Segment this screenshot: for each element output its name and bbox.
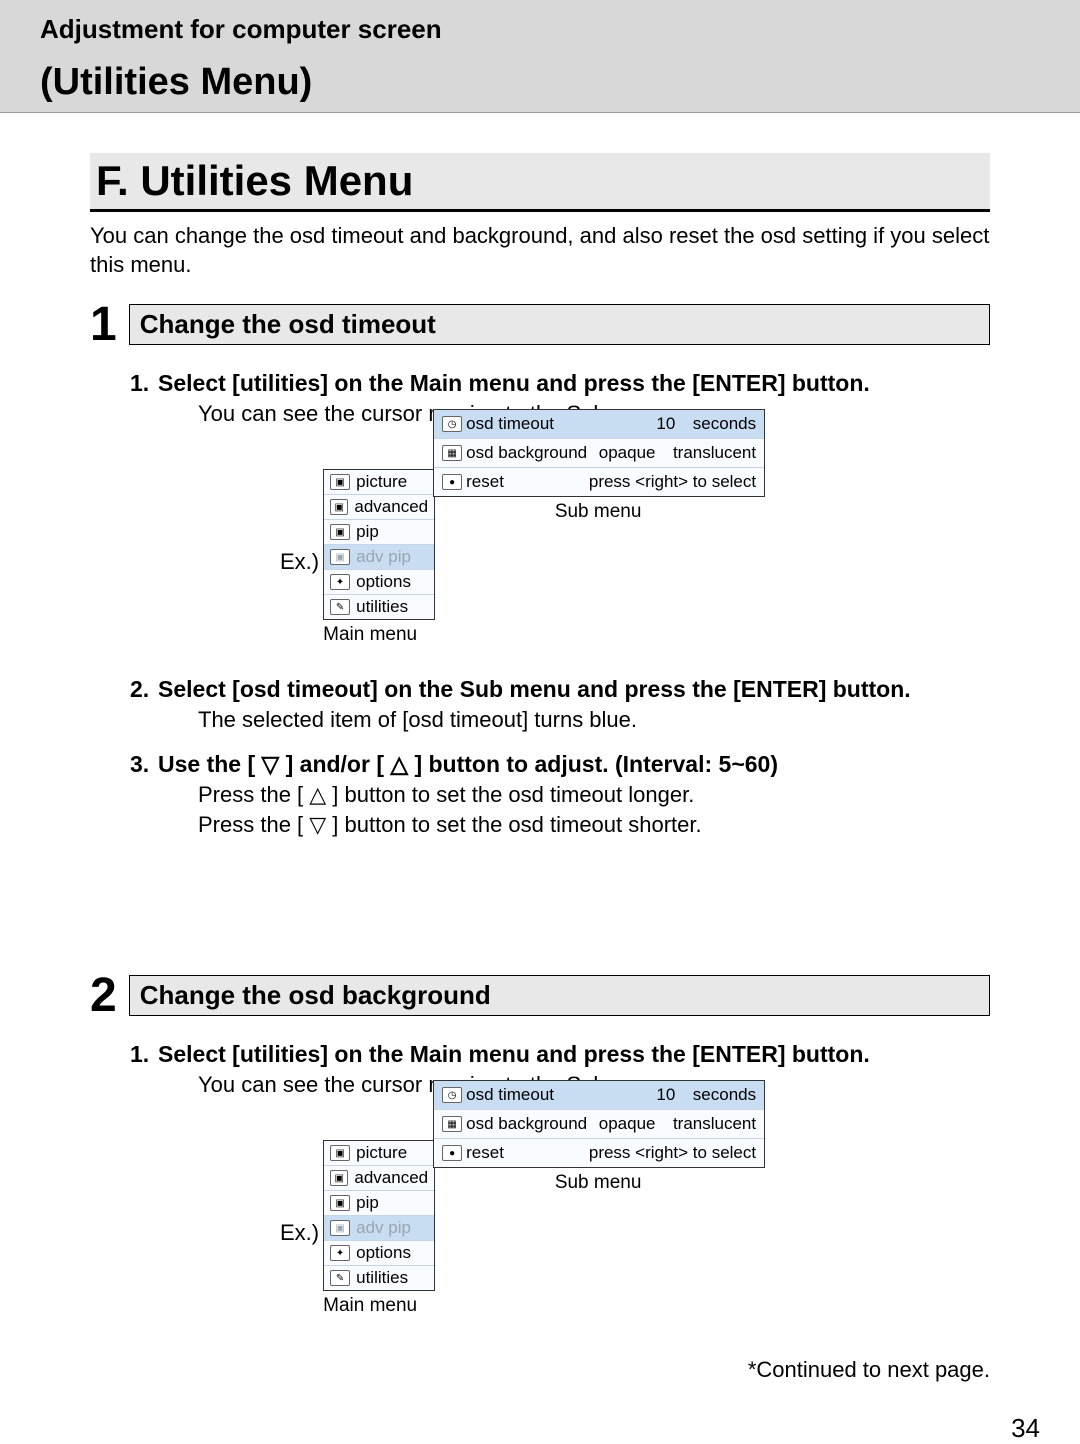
page-number: 34 (0, 1413, 1040, 1444)
pip-icon: ▣ (330, 1195, 350, 1211)
step-2-1: 1. Select [utilities] on the Main menu a… (130, 1041, 990, 1068)
main-menu-label: Main menu (323, 624, 435, 646)
picture-icon: ▣ (330, 474, 350, 490)
picture-icon: ▣ (330, 1145, 350, 1161)
example-label: Ex.) (280, 549, 319, 575)
advpip-icon: ▣ (330, 1220, 350, 1236)
main-menu: ▣picture ▣advanced ▣pip ▣adv pip ✦option… (323, 469, 435, 620)
step-1-3: 3. Use the [ ▽ ] and/or [ △ ] button to … (130, 751, 990, 778)
bg-icon: ▦ (442, 445, 462, 461)
sub-menu-2: ◷osd timeout10 seconds ▦osd backgroundop… (433, 1080, 765, 1168)
step-1-1: 1. Select [utilities] on the Main menu a… (130, 370, 990, 397)
block1-number: 1 (90, 297, 117, 352)
sub-menu-label: Sub menu (433, 501, 763, 523)
clock-icon: ◷ (442, 1087, 462, 1103)
header-subtitle: (Utilities Menu) (40, 61, 1050, 112)
block1-title: Change the osd timeout (129, 304, 990, 345)
advanced-icon: ▣ (330, 1170, 348, 1186)
main-menu-2: ▣picture ▣advanced ▣pip ▣adv pip ✦option… (323, 1140, 435, 1291)
continued-note: *Continued to next page. (90, 1357, 990, 1383)
example-label-2: Ex.) (280, 1220, 319, 1246)
reset-icon: ● (442, 474, 462, 490)
options-icon: ✦ (330, 1245, 350, 1261)
advpip-icon: ▣ (330, 549, 350, 565)
step-1-2-sub: The selected item of [osd timeout] turns… (198, 707, 990, 733)
header-title: Adjustment for computer screen (40, 14, 1050, 45)
bg-icon: ▦ (442, 1116, 462, 1132)
step-1-3-sub2: Press the [ ▽ ] button to set the osd ti… (198, 812, 990, 838)
advanced-icon: ▣ (330, 499, 348, 515)
step-1-2: 2. Select [osd timeout] on the Sub menu … (130, 676, 990, 703)
sub-menu-label-2: Sub menu (433, 1172, 763, 1194)
options-icon: ✦ (330, 574, 350, 590)
section-title: F. Utilities Menu (90, 153, 990, 212)
utilities-icon: ✎ (330, 1270, 350, 1286)
utilities-icon: ✎ (330, 599, 350, 615)
clock-icon: ◷ (442, 416, 462, 432)
sub-menu: ◷osd timeout10 seconds ▦osd backgroundop… (433, 409, 765, 497)
block2-number: 2 (90, 968, 117, 1023)
main-menu-label-2: Main menu (323, 1295, 435, 1317)
intro-text: You can change the osd timeout and backg… (90, 222, 990, 279)
reset-icon: ● (442, 1145, 462, 1161)
pip-icon: ▣ (330, 524, 350, 540)
block2-title: Change the osd background (129, 975, 990, 1016)
step-1-3-sub1: Press the [ △ ] button to set the osd ti… (198, 782, 990, 808)
